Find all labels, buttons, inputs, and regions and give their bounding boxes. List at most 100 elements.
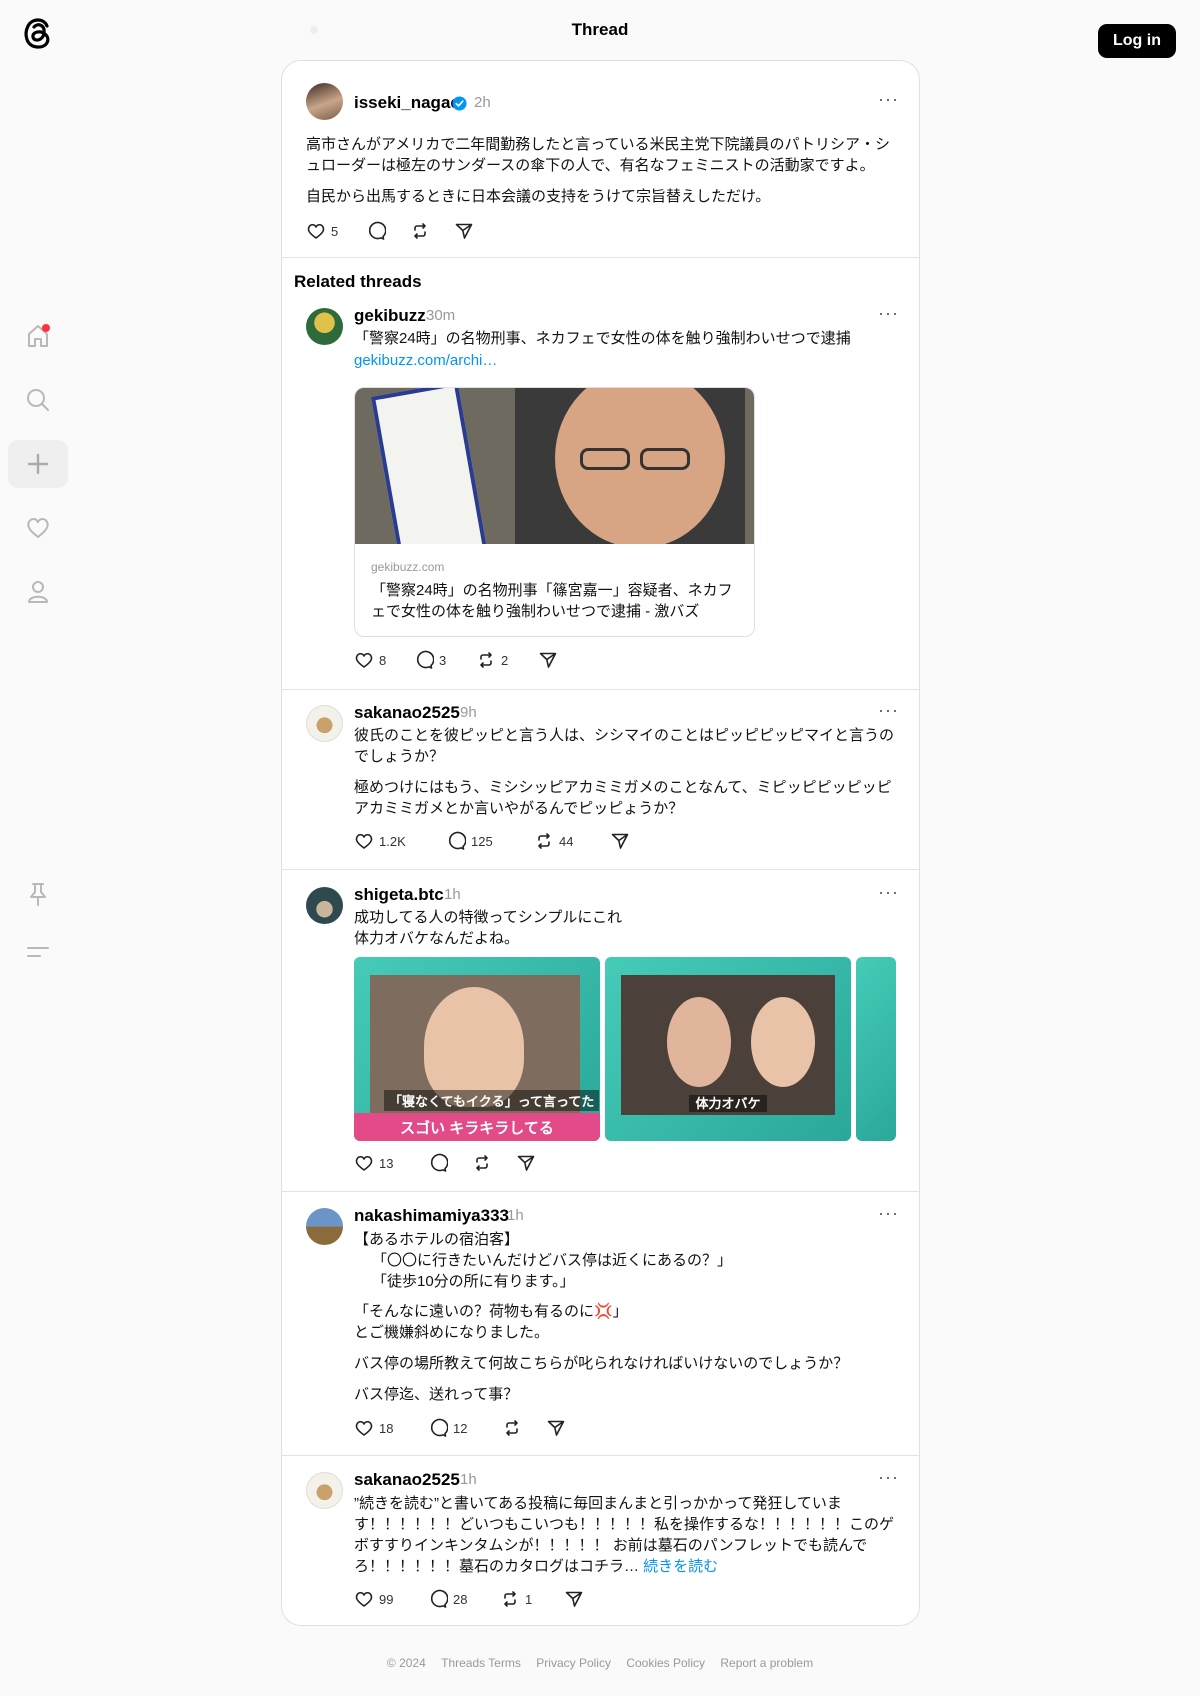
nav-profile[interactable] [8,568,68,616]
repost-button[interactable] [502,1418,527,1438]
divider [282,1455,919,1456]
reply-count: 3 [439,652,447,668]
repost-icon [538,833,550,849]
media-image[interactable]: 体力オバケ [605,957,851,1141]
like-button[interactable]: 5 [306,221,338,241]
share-send-icon [455,223,473,239]
nav-search[interactable] [8,376,68,424]
share-button[interactable] [538,650,563,670]
post-time: 30m [426,307,456,324]
nav-home[interactable] [8,312,68,360]
avatar[interactable] [306,1208,343,1245]
nav-menu[interactable] [8,928,68,976]
avatar[interactable] [306,83,343,120]
repost-icon [480,652,492,668]
footer-link-privacy[interactable]: Privacy Policy [536,1656,611,1670]
like-button[interactable]: 99 [354,1589,393,1609]
like-button[interactable]: 8 [354,650,386,670]
post-time: 1h [507,1207,524,1224]
username[interactable]: nakashimamiya333 [354,1206,509,1226]
heart-icon [355,652,373,668]
activity-heart-icon [27,518,49,538]
post-actions: 1.2K 125 44 [354,831,654,855]
comment-icon [430,1153,448,1172]
repost-icon [504,1591,516,1607]
footer-link-terms[interactable]: Threads Terms [441,1656,521,1670]
share-button[interactable] [564,1589,589,1609]
share-button[interactable] [454,221,479,241]
post-text: 「警察24時」の名物刑事、ネカフェで女性の体を触り強制わいせつで逮捕 [354,330,851,347]
reply-button[interactable]: 125 [446,831,493,851]
avatar[interactable] [306,1472,343,1509]
more-options-button[interactable]: ··· [878,89,899,110]
footer-link-cookies[interactable]: Cookies Policy [626,1656,705,1670]
menu-icon [27,947,49,957]
nav-activity[interactable] [8,504,68,552]
media-image[interactable]: 「寝なくてもイクる」って言ってた スゴい キラキラしてる [354,957,600,1141]
repost-button[interactable]: 2 [476,650,508,670]
create-icon [27,453,49,475]
username[interactable]: isseki_nagae [354,93,460,113]
like-button[interactable]: 1.2K [354,831,406,851]
username[interactable]: shigeta.btc [354,885,444,905]
copyright: © 2024 [386,1656,426,1670]
read-more-link[interactable]: 続きを読む [643,1558,718,1575]
post-text: 高市さんがアメリカで二年間勤務したと言っている米民主党下院議員のパトリシア・シュ… [306,136,890,174]
reply-count: 125 [471,833,493,849]
heart-icon [355,1591,373,1607]
like-button[interactable]: 13 [354,1153,393,1173]
nav-pin[interactable] [8,870,68,918]
comment-icon [430,1589,448,1608]
footer: © 2024 Threads Terms Privacy Policy Cook… [0,1656,1200,1670]
post-text: バス停の場所教えて何故こちらが叱られなければいけないのでしょうか？ [354,1355,849,1372]
more-options-button[interactable]: ··· [878,882,899,903]
more-options-button[interactable]: ··· [878,1203,899,1224]
reply-button[interactable] [366,221,391,241]
divider [282,257,919,258]
repost-icon [476,1155,488,1171]
like-button[interactable]: 18 [354,1418,393,1438]
share-button[interactable] [516,1153,541,1173]
username[interactable]: gekibuzz [354,306,426,326]
pin-icon [30,883,46,906]
repost-count: 44 [559,833,574,849]
like-count: 1.2K [379,833,406,849]
reply-button[interactable]: 12 [428,1418,467,1438]
nav-create[interactable] [8,440,68,488]
repost-icon [414,223,426,239]
share-button[interactable] [610,831,635,851]
post-text-body: ”続きを読む”と書いてある投稿に毎回まんまと引っかかって発狂しています！！！！！… [354,1495,895,1575]
more-options-button[interactable]: ··· [878,1467,899,1488]
comment-icon [368,221,386,240]
post-text: 成功してる人の特徴ってシンプルにこれ [354,909,623,926]
reply-count: 28 [453,1591,468,1607]
image-caption: スゴい キラキラしてる [354,1113,600,1141]
login-button[interactable]: Log in [1098,24,1176,58]
comment-icon [430,1418,448,1437]
avatar[interactable] [306,705,343,742]
repost-button[interactable]: 1 [500,1589,532,1609]
username[interactable]: sakanao2525 [354,1470,460,1490]
avatar[interactable] [306,887,343,924]
more-options-button[interactable]: ··· [878,700,899,721]
media-image[interactable] [856,957,896,1141]
post-text: 「〇〇に行きたいんだけどバス停は近くにあるの？」 [372,1252,733,1269]
repost-button[interactable]: 44 [534,831,573,851]
link-title: 「警察24時」の名物刑事「篠宮嘉一」容疑者、ネカフェで女性の体を触り強制わいせつ… [371,582,733,620]
footer-link-report[interactable]: Report a problem [720,1656,813,1670]
avatar[interactable] [306,308,343,345]
reply-button[interactable]: 28 [428,1589,467,1609]
username[interactable]: sakanao2525 [354,703,460,723]
verified-badge-icon [452,96,467,111]
repost-button[interactable] [472,1153,497,1173]
share-button[interactable] [546,1418,571,1438]
more-options-button[interactable]: ··· [878,303,899,324]
reply-button[interactable]: 3 [414,650,446,670]
reply-button[interactable] [428,1153,453,1173]
repost-button[interactable] [410,221,435,241]
post-link[interactable]: gekibuzz.com/archi… [354,350,497,371]
post-text: ”続きを読む”と書いてある投稿に毎回まんまと引っかかって発狂しています！！！！！… [354,1493,899,1577]
post-text: とご機嫌斜めになりました。 [354,1324,550,1341]
post-text: 極めつけにはもう、ミシシッピアカミミガメのことなんて、ミピッピピッピッピアカミミ… [354,779,892,817]
link-preview-card[interactable]: gekibuzz.com 「警察24時」の名物刑事「篠宮嘉一」容疑者、ネカフェで… [354,387,755,637]
